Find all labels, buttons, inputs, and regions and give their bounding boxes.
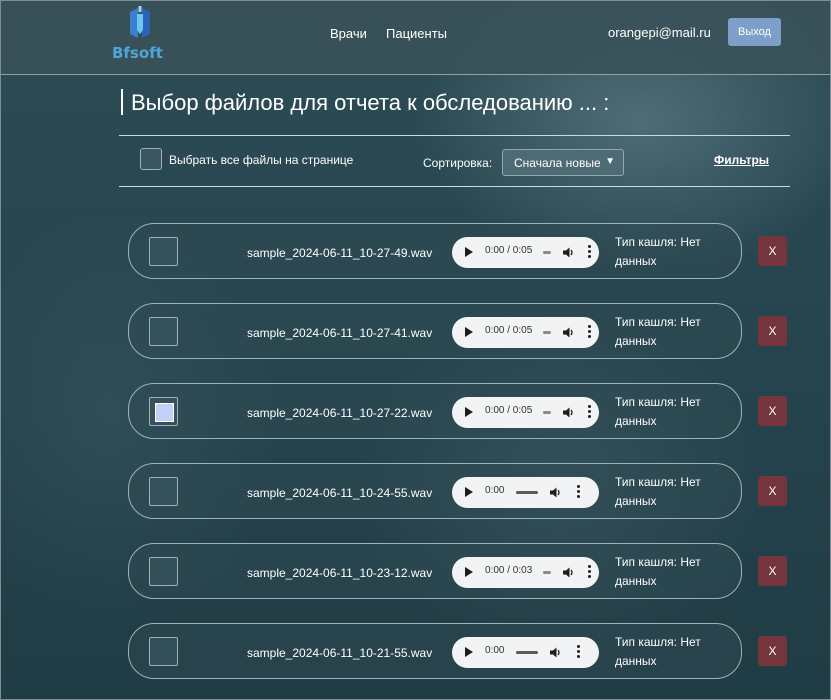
cough-type-label: Тип кашля: Нет данных: [615, 235, 701, 268]
title-accent-bar: [121, 89, 123, 115]
file-row: sample_2024-06-11_10-23-12.wav 0:00 / 0:…: [128, 543, 742, 599]
divider-bottom: [119, 186, 790, 187]
sort-select-value: Сначала новые: [514, 155, 601, 170]
logo-text: Bfsoft: [112, 44, 163, 62]
logout-button[interactable]: Выход: [728, 18, 781, 46]
delete-file-button[interactable]: X: [758, 556, 787, 586]
file-name: sample_2024-06-11_10-27-22.wav: [247, 406, 433, 420]
file-row: sample_2024-06-11_10-27-41.wav 0:00 / 0:…: [128, 303, 742, 359]
more-options-icon[interactable]: [588, 405, 592, 420]
logo-icon: [130, 6, 150, 38]
audio-player[interactable]: 0:00 / 0:05: [452, 237, 599, 268]
play-icon[interactable]: [465, 407, 473, 417]
file-name: sample_2024-06-11_10-23-12.wav: [247, 566, 433, 580]
play-icon[interactable]: [465, 567, 473, 577]
audio-time: 0:00 / 0:05: [485, 245, 533, 256]
audio-player[interactable]: 0:00 / 0:03: [452, 557, 599, 588]
cough-type-label: Тип кашля: Нет данных: [615, 475, 701, 508]
more-options-icon[interactable]: [588, 565, 592, 580]
file-checkbox[interactable]: [149, 637, 178, 666]
progress-slider[interactable]: [516, 651, 538, 654]
file-row: sample_2024-06-11_10-27-49.wav 0:00 / 0:…: [128, 223, 742, 279]
progress-slider[interactable]: [543, 251, 551, 254]
file-checkbox[interactable]: [149, 237, 178, 266]
cough-type-label: Тип кашля: Нет данных: [615, 395, 701, 428]
user-email: orangepi@mail.ru: [608, 25, 711, 40]
volume-icon[interactable]: [562, 566, 575, 579]
more-options-icon[interactable]: [588, 245, 592, 260]
play-icon[interactable]: [465, 327, 473, 337]
progress-slider[interactable]: [543, 331, 551, 334]
volume-icon[interactable]: [562, 326, 575, 339]
more-options-icon[interactable]: [577, 645, 581, 660]
volume-icon[interactable]: [562, 406, 575, 419]
nav-patients-link[interactable]: Пациенты: [386, 26, 447, 41]
page-title: Выбор файлов для отчета к обследованию .…: [131, 90, 610, 115]
volume-icon[interactable]: [549, 646, 562, 659]
play-icon[interactable]: [465, 647, 473, 657]
more-options-icon[interactable]: [577, 485, 581, 500]
chevron-down-icon: ▼: [605, 156, 615, 167]
select-all-checkbox[interactable]: [140, 148, 162, 170]
file-name: sample_2024-06-11_10-27-41.wav: [247, 326, 433, 340]
cough-type-label: Тип кашля: Нет данных: [615, 555, 701, 588]
volume-icon[interactable]: [562, 246, 575, 259]
audio-time: 0:00 / 0:03: [485, 565, 533, 576]
cough-type-label: Тип кашля: Нет данных: [615, 315, 701, 348]
delete-file-button[interactable]: X: [758, 636, 787, 666]
audio-player[interactable]: 0:00 / 0:05: [452, 397, 599, 428]
file-row: sample_2024-06-11_10-21-55.wav 0:00 Тип …: [128, 623, 742, 679]
more-options-icon[interactable]: [588, 325, 592, 340]
audio-time: 0:00: [485, 645, 505, 656]
delete-file-button[interactable]: X: [758, 236, 787, 266]
audio-time: 0:00 / 0:05: [485, 405, 533, 416]
file-row: sample_2024-06-11_10-24-55.wav 0:00 Тип …: [128, 463, 742, 519]
nav-doctors-link[interactable]: Врачи: [330, 26, 367, 41]
cough-type-label: Тип кашля: Нет данных: [615, 635, 701, 668]
filters-link[interactable]: Фильтры: [714, 153, 769, 167]
file-name: sample_2024-06-11_10-21-55.wav: [247, 646, 433, 660]
file-checkbox[interactable]: [149, 397, 178, 426]
progress-slider[interactable]: [543, 411, 551, 414]
select-all-label: Выбрать все файлы на странице: [169, 153, 354, 167]
progress-slider[interactable]: [516, 491, 538, 494]
logo[interactable]: Bfsoft: [112, 6, 172, 66]
audio-time: 0:00: [485, 485, 505, 496]
file-checkbox[interactable]: [149, 317, 178, 346]
file-checkbox[interactable]: [149, 477, 178, 506]
file-name: sample_2024-06-11_10-27-49.wav: [247, 246, 433, 260]
play-icon[interactable]: [465, 487, 473, 497]
sort-select[interactable]: Сначала новые ▼: [502, 149, 624, 176]
divider-top: [119, 135, 790, 136]
delete-file-button[interactable]: X: [758, 316, 787, 346]
audio-time: 0:00 / 0:05: [485, 325, 533, 336]
delete-file-button[interactable]: X: [758, 396, 787, 426]
delete-file-button[interactable]: X: [758, 476, 787, 506]
play-icon[interactable]: [465, 247, 473, 257]
audio-player[interactable]: 0:00 / 0:05: [452, 317, 599, 348]
sort-label: Сортировка:: [423, 156, 493, 170]
top-navbar: Bfsoft Врачи Пациенты orangepi@mail.ru В…: [0, 0, 831, 75]
audio-player[interactable]: 0:00: [452, 637, 599, 668]
volume-icon[interactable]: [549, 486, 562, 499]
progress-slider[interactable]: [543, 571, 551, 574]
file-row: sample_2024-06-11_10-27-22.wav 0:00 / 0:…: [128, 383, 742, 439]
file-name: sample_2024-06-11_10-24-55.wav: [247, 486, 433, 500]
audio-player[interactable]: 0:00: [452, 477, 599, 508]
file-checkbox[interactable]: [149, 557, 178, 586]
